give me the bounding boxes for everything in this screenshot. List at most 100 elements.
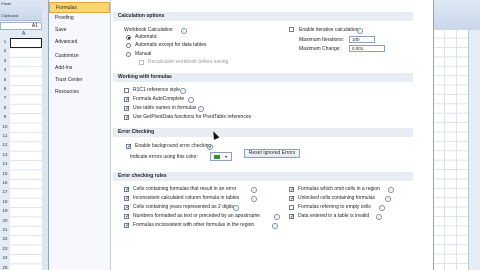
row-header[interactable]: 15 <box>0 171 10 176</box>
info-icon: i <box>272 223 278 229</box>
reset-ignored-errors-button[interactable]: Reset Ignored Errors <box>244 149 300 158</box>
rule-label[interactable]: Unlocked cells containing formulas <box>298 195 375 201</box>
paste-label[interactable]: Paste <box>1 1 11 6</box>
recalc-before-save-label: Recalculate workbook before saving <box>148 59 229 65</box>
workbook-calc-label: Workbook Calculation <box>124 27 173 33</box>
nav-item-customize[interactable]: Customize <box>49 51 110 62</box>
iterative-calc-label[interactable]: Enable iterative calculation <box>299 27 358 33</box>
sheet-grid[interactable] <box>10 38 42 270</box>
row-header[interactable]: 17 <box>0 189 10 194</box>
row-header[interactable]: 3 <box>0 58 10 63</box>
row-header[interactable]: 8 <box>0 105 10 110</box>
manual-label[interactable]: Manual <box>135 51 151 57</box>
row-header[interactable]: 7 <box>0 95 10 100</box>
recalc-before-save-checkbox[interactable] <box>139 60 144 65</box>
radio-automatic-except-tables[interactable] <box>126 43 131 48</box>
row-header[interactable]: 9 <box>0 114 10 119</box>
iterative-calc-checkbox[interactable] <box>289 27 294 32</box>
section-working-with-formulas: Working with formulas <box>113 73 413 82</box>
row-header[interactable]: 13 <box>0 152 10 157</box>
rule-checkbox-numbers-as-text[interactable] <box>124 213 130 220</box>
row-header[interactable]: 18 <box>0 199 10 204</box>
info-icon: i <box>198 106 204 112</box>
max-iterations-input[interactable]: 100 <box>349 36 375 43</box>
enable-bg-error-checking-checkbox[interactable] <box>126 143 132 150</box>
options-content: Calculation options Workbook Calculation… <box>113 0 428 270</box>
row-header[interactable]: 20 <box>0 218 10 223</box>
max-change-input[interactable]: 0.001 <box>349 45 385 52</box>
options-nav: Formulas Proofing Save Advanced Customiz… <box>49 0 111 270</box>
nav-item-resources[interactable]: Resources <box>49 87 110 98</box>
nav-item-proofing[interactable]: Proofing <box>49 13 110 24</box>
chevron-down-icon: ▾ <box>225 154 228 159</box>
row-header[interactable]: 11 <box>0 133 10 138</box>
row-header[interactable]: 4 <box>0 67 10 72</box>
name-box[interactable]: A1 <box>0 22 42 30</box>
row-header[interactable]: 25 <box>0 265 10 270</box>
rule-checkbox-two-digit-years[interactable] <box>124 204 130 211</box>
automatic-except-tables-label[interactable]: Automatic except for data tables <box>135 42 206 48</box>
r1c1-label[interactable]: R1C1 reference style <box>133 87 180 93</box>
rule-checkbox-invalid-table-data[interactable] <box>289 213 295 220</box>
row-header[interactable]: 21 <box>0 227 10 232</box>
rule-label[interactable]: Data entered in a table is invalid <box>298 213 369 219</box>
rule-label[interactable]: Inconsistent calculated column formula i… <box>133 195 239 201</box>
rule-checkbox-error-results[interactable] <box>124 186 130 193</box>
nav-item-save[interactable]: Save <box>49 25 110 36</box>
table-names-label[interactable]: Use table names in formulas <box>133 105 196 111</box>
rule-label[interactable]: Formulas inconsistent with other formula… <box>133 222 254 228</box>
formula-autocomplete-label[interactable]: Formula AutoComplete <box>133 96 184 102</box>
column-a-label: A <box>22 31 26 37</box>
info-icon: i <box>251 196 257 202</box>
radio-automatic[interactable] <box>126 35 131 40</box>
rule-label[interactable]: Formulas which omit cells in a region <box>298 186 380 192</box>
rule-label[interactable]: Cells containing formulas that result in… <box>133 186 236 192</box>
rule-checkbox-omit-cells[interactable] <box>289 186 295 193</box>
row-header[interactable]: 23 <box>0 246 10 251</box>
color-swatch <box>214 155 220 159</box>
info-icon: i <box>233 205 239 211</box>
rule-label[interactable]: Numbers formatted as text or preceded by… <box>133 213 260 219</box>
rule-checkbox-inconsistent-column[interactable] <box>124 195 130 202</box>
info-icon: i <box>207 144 213 150</box>
row-header[interactable]: 10 <box>0 124 10 129</box>
row-header[interactable]: 24 <box>0 255 10 260</box>
nav-item-add-ins[interactable]: Add-Ins <box>49 63 110 74</box>
enable-bg-error-checking-label[interactable]: Enable background error checking <box>135 143 211 149</box>
info-icon: i <box>188 97 194 103</box>
rule-checkbox-inconsistent-region[interactable] <box>124 222 130 229</box>
row-header[interactable]: 14 <box>0 161 10 166</box>
row-header[interactable]: 16 <box>0 180 10 185</box>
formula-autocomplete-checkbox[interactable] <box>124 96 130 103</box>
table-names-checkbox[interactable] <box>124 105 130 112</box>
row-header[interactable]: 1 <box>0 39 10 44</box>
row-header[interactable]: 2 <box>0 48 10 53</box>
clipboard-label: Clipboard <box>1 13 19 18</box>
info-icon: i <box>180 88 186 94</box>
info-icon: i <box>388 187 394 193</box>
name-box-value: A1 <box>31 23 38 29</box>
nav-item-trust-center[interactable]: Trust Center <box>49 75 110 86</box>
row-header[interactable]: 5 <box>0 77 10 82</box>
row-header[interactable]: 12 <box>0 142 10 147</box>
rule-label[interactable]: Cells containing years represented as 2 … <box>133 204 234 210</box>
rule-label[interactable]: Formulas referring to empty cells <box>298 204 371 210</box>
max-iterations-label: Maximum Iterations: <box>299 37 345 43</box>
rule-checkbox-empty-cells[interactable] <box>289 205 294 210</box>
nav-item-advanced[interactable]: Advanced <box>49 37 110 48</box>
row-header[interactable]: 19 <box>0 208 10 213</box>
getpivotdata-checkbox[interactable] <box>124 114 130 121</box>
active-cell[interactable] <box>10 38 42 48</box>
getpivotdata-label[interactable]: Use GetPivotData functions for PivotTabl… <box>133 114 251 120</box>
nav-item-formulas[interactable]: Formulas <box>49 2 110 13</box>
radio-manual[interactable] <box>126 52 131 57</box>
rule-checkbox-unlocked-cells[interactable] <box>289 195 295 202</box>
info-icon: i <box>379 205 385 211</box>
r1c1-checkbox[interactable] <box>124 88 129 93</box>
info-icon: i <box>274 214 280 220</box>
error-color-picker[interactable]: ▾ <box>210 152 232 161</box>
automatic-label[interactable]: Automatic <box>135 34 157 40</box>
row-header[interactable]: 22 <box>0 236 10 241</box>
vertical-scrollbar[interactable] <box>468 30 480 270</box>
row-header[interactable]: 6 <box>0 86 10 91</box>
